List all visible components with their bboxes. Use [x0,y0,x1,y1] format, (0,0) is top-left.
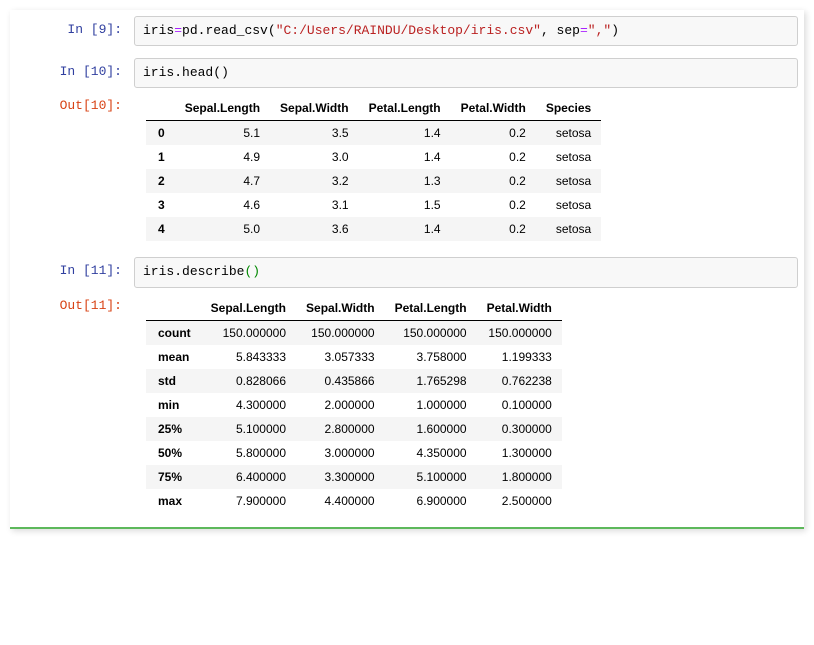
cell-10-input: In [10]: iris.head() [16,58,798,88]
table-row: 75% 6.400000 3.300000 5.100000 1.800000 [146,465,562,489]
table-row: 50% 5.800000 3.000000 4.350000 1.300000 [146,441,562,465]
notebook-wrapper: In [9]: iris=pd.read_csv("C:/Users/RAIND… [10,10,804,529]
cell-10-output: Out[10]: Sepal.Length Sepal.Width Petal.… [16,92,798,245]
code-input-10[interactable]: iris.head() [134,58,798,88]
out-prompt-10: Out[10]: [16,92,134,245]
dataframe-describe: Sepal.Length Sepal.Width Petal.Length Pe… [146,296,562,513]
table-row: 2 4.7 3.2 1.3 0.2 setosa [146,169,601,193]
table-header-row: Sepal.Length Sepal.Width Petal.Length Pe… [146,96,601,121]
in-prompt-10: In [10]: [16,58,134,88]
table-row: std 0.828066 0.435866 1.765298 0.762238 [146,369,562,393]
table-row: mean 5.843333 3.057333 3.758000 1.199333 [146,345,562,369]
table-header-row: Sepal.Length Sepal.Width Petal.Length Pe… [146,296,562,321]
table-row: 3 4.6 3.1 1.5 0.2 setosa [146,193,601,217]
cell-11-output: Out[11]: Sepal.Length Sepal.Width Petal.… [16,292,798,517]
output-area-11: Sepal.Length Sepal.Width Petal.Length Pe… [134,292,798,517]
in-prompt-11: In [11]: [16,257,134,287]
code-input-11[interactable]: iris.describe() [134,257,798,287]
dataframe-head: Sepal.Length Sepal.Width Petal.Length Pe… [146,96,601,241]
in-prompt-9: In [9]: [16,16,134,46]
table-row: count 150.000000 150.000000 150.000000 1… [146,320,562,345]
table-row: 1 4.9 3.0 1.4 0.2 setosa [146,145,601,169]
code-input-9[interactable]: iris=pd.read_csv("C:/Users/RAINDU/Deskto… [134,16,798,46]
cell-9: In [9]: iris=pd.read_csv("C:/Users/RAIND… [16,16,798,46]
out-prompt-11: Out[11]: [16,292,134,517]
table-row: 25% 5.100000 2.800000 1.600000 0.300000 [146,417,562,441]
table-row: min 4.300000 2.000000 1.000000 0.100000 [146,393,562,417]
cell-11-input: In [11]: iris.describe() [16,257,798,287]
table-row: 0 5.1 3.5 1.4 0.2 setosa [146,121,601,146]
output-area-10: Sepal.Length Sepal.Width Petal.Length Pe… [134,92,798,245]
table-row: 4 5.0 3.6 1.4 0.2 setosa [146,217,601,241]
table-row: max 7.900000 4.400000 6.900000 2.500000 [146,489,562,513]
